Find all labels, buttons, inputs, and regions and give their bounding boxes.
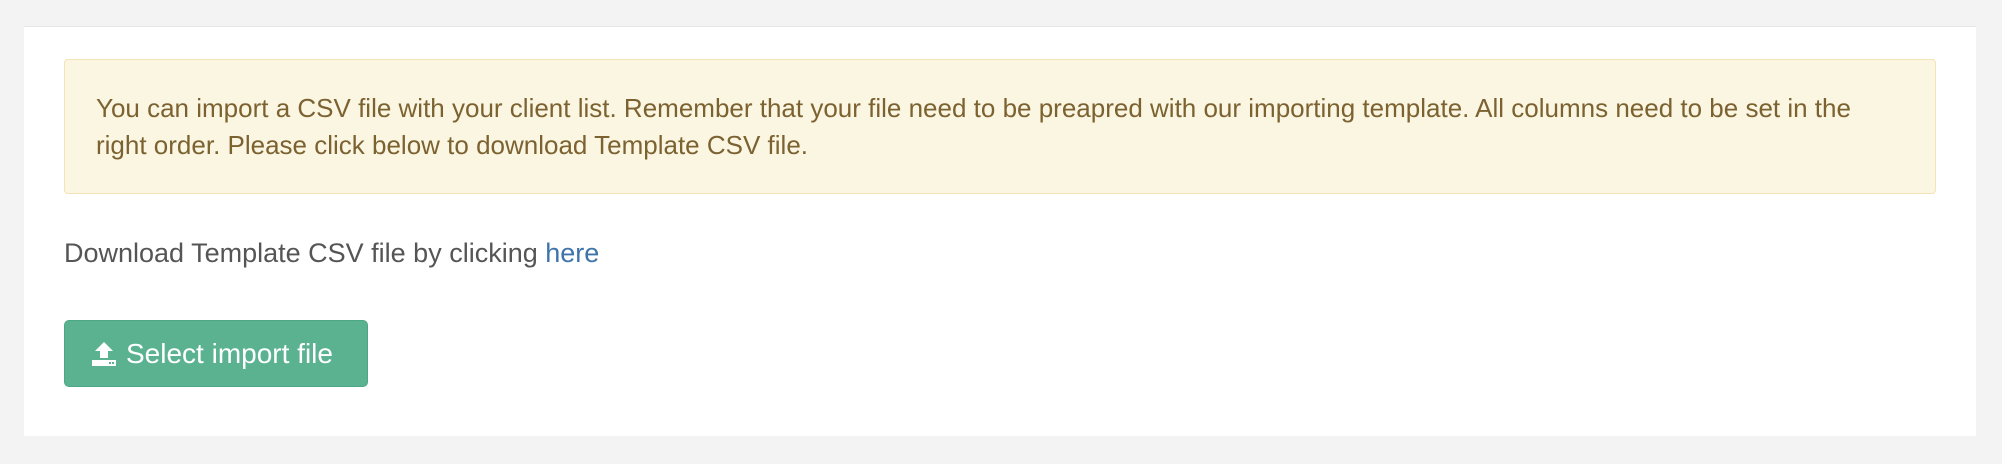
download-template-link[interactable]: here: [545, 238, 599, 268]
upload-icon: [90, 340, 118, 368]
alert-message: You can import a CSV file with your clie…: [96, 93, 1851, 160]
import-panel: You can import a CSV file with your clie…: [24, 26, 1976, 436]
download-template-line: Download Template CSV file by clicking h…: [64, 235, 599, 271]
select-import-file-label: Select import file: [126, 337, 333, 369]
select-import-file-button[interactable]: Select import file: [64, 320, 368, 387]
info-alert: You can import a CSV file with your clie…: [64, 59, 1936, 194]
download-template-text: Download Template CSV file by clicking: [64, 238, 546, 268]
